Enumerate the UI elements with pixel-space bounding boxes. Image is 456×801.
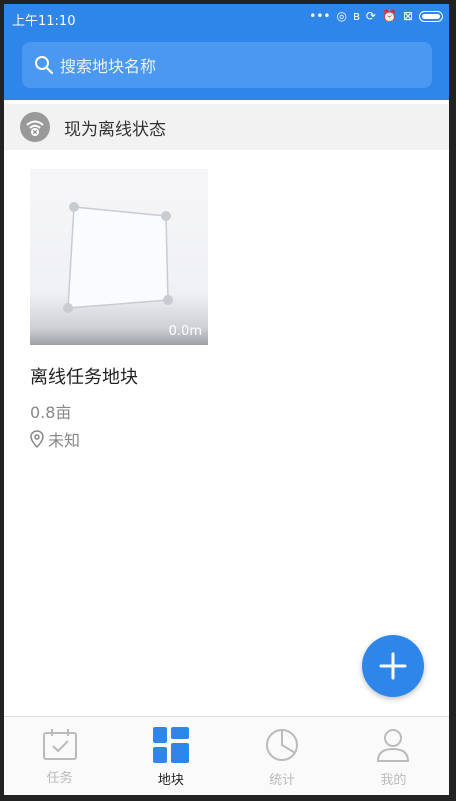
- area-label: 0.0m: [168, 324, 202, 339]
- location-pin-icon: [30, 430, 44, 448]
- more-dots-icon: •••: [309, 9, 331, 23]
- tab-me[interactable]: 我的: [338, 717, 449, 795]
- app-screen: 上午11:10 ••• ◎ ʙ ⟳ ⏰ ⊠ 搜索地块名称 现为离线状态 0.0m…: [4, 4, 449, 795]
- boundary-point: [161, 211, 171, 221]
- status-bar: 上午11:10 ••• ◎ ʙ ⟳ ⏰ ⊠: [4, 4, 449, 32]
- boundary-point: [63, 303, 73, 313]
- plot-size: 0.8亩: [30, 403, 72, 422]
- bottom-nav: 任务 地块 统计 我的: [4, 716, 449, 795]
- offline-banner: 现为离线状态: [4, 104, 449, 150]
- tab-tasks-label: 任务: [46, 771, 73, 786]
- top-header: 上午11:10 ••• ◎ ʙ ⟳ ⏰ ⊠ 搜索地块名称: [4, 4, 449, 100]
- calendar-check-icon: [42, 729, 77, 760]
- plot-location: 未知: [30, 427, 208, 451]
- close-box-icon: ⊠: [402, 9, 413, 23]
- tab-me-label: 我的: [380, 773, 407, 788]
- tab-plots-label: 地块: [157, 773, 184, 788]
- rotate-icon: ⟳: [365, 9, 376, 23]
- plus-icon: [379, 652, 407, 680]
- search-icon: [35, 56, 54, 75]
- tab-stats[interactable]: 统计: [227, 717, 338, 795]
- search-input[interactable]: 搜索地块名称: [22, 42, 432, 88]
- status-time: 上午11:10: [12, 14, 76, 29]
- plot-card[interactable]: 0.0m 离线任务地块 0.8亩 未知: [30, 169, 208, 451]
- grid-blocks-icon: [152, 727, 189, 763]
- boundary-point: [69, 202, 79, 212]
- person-icon: [377, 729, 410, 762]
- status-icons: ••• ◎ ʙ ⟳ ⏰ ⊠: [309, 9, 443, 23]
- target-icon: ◎: [336, 9, 347, 23]
- wifi-off-icon: [20, 112, 50, 142]
- bluetooth-icon: ʙ: [352, 9, 360, 23]
- alarm-icon: ⏰: [381, 9, 397, 23]
- pie-chart-icon: [266, 729, 299, 761]
- tab-plots[interactable]: 地块: [115, 717, 226, 795]
- plot-thumbnail[interactable]: 0.0m: [30, 169, 208, 345]
- plot-name: 离线任务地块: [30, 367, 138, 388]
- boundary-point: [163, 295, 173, 305]
- add-plot-button[interactable]: [362, 635, 424, 697]
- tab-tasks[interactable]: 任务: [4, 717, 115, 795]
- battery-icon: [419, 10, 443, 22]
- offline-text: 现为离线状态: [64, 119, 166, 140]
- location-text: 未知: [48, 431, 81, 450]
- tab-stats-label: 统计: [269, 773, 296, 788]
- search-placeholder: 搜索地块名称: [60, 57, 157, 76]
